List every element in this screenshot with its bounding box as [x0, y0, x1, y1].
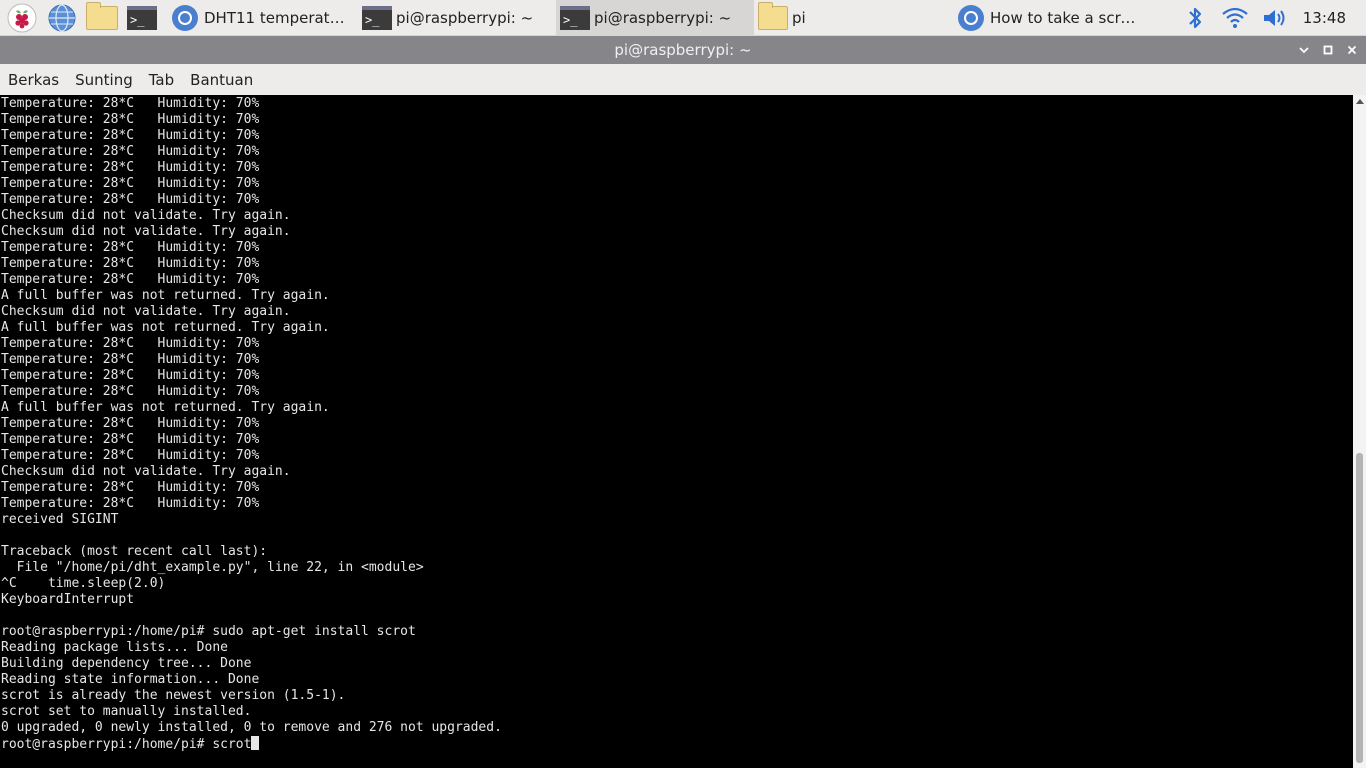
- terminal-line: received SIGINT: [1, 512, 119, 527]
- terminal-line: Building dependency tree... Done: [1, 656, 252, 671]
- terminal-prompt-text: root@raspberrypi:/home/pi# scrot: [1, 737, 252, 752]
- terminal-line: KeyboardInterrupt: [1, 592, 135, 607]
- task-terminal-2[interactable]: >_ pi@raspberrypi: ~: [556, 0, 754, 36]
- terminal-line: A full buffer was not returned. Try agai…: [1, 320, 330, 335]
- window-titlebar[interactable]: pi@raspberrypi: ~: [0, 36, 1366, 64]
- menu-tab[interactable]: Tab: [149, 71, 174, 89]
- web-browser-launcher-icon[interactable]: [44, 0, 80, 36]
- wifi-icon[interactable]: [1215, 0, 1255, 36]
- terminal-line: Checksum did not validate. Try again.: [1, 224, 291, 239]
- terminal-line: Temperature: 28*C Humidity: 70%: [1, 176, 260, 191]
- terminal-line: 0 upgraded, 0 newly installed, 0 to remo…: [1, 720, 502, 735]
- task-chrome-screenshot[interactable]: How to take a screen...: [952, 0, 1146, 36]
- bluetooth-icon[interactable]: [1175, 0, 1215, 36]
- menu-sunting[interactable]: Sunting: [75, 71, 133, 89]
- terminal-line: Temperature: 28*C Humidity: 70%: [1, 256, 260, 271]
- terminal-line: Checksum did not validate. Try again.: [1, 304, 291, 319]
- terminal-line: Temperature: 28*C Humidity: 70%: [1, 496, 260, 511]
- terminal-line: Temperature: 28*C Humidity: 70%: [1, 352, 260, 367]
- text-cursor: [251, 736, 260, 750]
- terminal-line: root@raspberrypi:/home/pi# sudo apt-get …: [1, 624, 416, 639]
- task-folder-pi[interactable]: pi: [754, 0, 952, 36]
- close-icon[interactable]: [1340, 36, 1364, 64]
- terminal-line: File "/home/pi/dht_example.py", line 22,…: [1, 560, 424, 575]
- terminal-prompt-line[interactable]: root@raspberrypi:/home/pi# scrot: [0, 736, 1353, 752]
- maximize-icon[interactable]: [1316, 36, 1340, 64]
- terminal-line: Temperature: 28*C Humidity: 70%: [1, 416, 260, 431]
- folder-icon: [758, 1, 788, 30]
- scrollbar-thumb[interactable]: [1356, 453, 1363, 763]
- chromium-icon: [958, 4, 984, 31]
- system-tray: 13:48: [1175, 0, 1366, 36]
- terminal-line: Checksum did not validate. Try again.: [1, 464, 291, 479]
- terminal-icon: >_: [362, 5, 392, 30]
- file-manager-launcher-icon[interactable]: [84, 0, 120, 36]
- terminal-line: Temperature: 28*C Humidity: 70%: [1, 112, 260, 127]
- terminal-line: Temperature: 28*C Humidity: 70%: [1, 240, 260, 255]
- raspberry-menu-icon[interactable]: [4, 0, 40, 36]
- task-label: pi@raspberrypi: ~: [396, 8, 534, 27]
- terminal-line: Temperature: 28*C Humidity: 70%: [1, 384, 260, 399]
- terminal-line: Temperature: 28*C Humidity: 70%: [1, 128, 260, 143]
- task-label: pi@raspberrypi: ~: [594, 8, 732, 27]
- terminal-line: Temperature: 28*C Humidity: 70%: [1, 448, 260, 463]
- terminal-launcher-icon[interactable]: >_: [124, 0, 160, 36]
- window-title: pi@raspberrypi: ~: [614, 41, 752, 59]
- terminal-line: Reading state information... Done: [1, 672, 260, 687]
- terminal-line: Temperature: 28*C Humidity: 70%: [1, 368, 260, 383]
- clock[interactable]: 13:48: [1295, 9, 1366, 27]
- menu-bar: Berkas Sunting Tab Bantuan: [0, 64, 1366, 95]
- terminal-line: A full buffer was not returned. Try agai…: [1, 288, 330, 303]
- terminal-icon: >_: [560, 5, 590, 30]
- terminal-line: Traceback (most recent call last):: [1, 544, 268, 559]
- terminal-line: Temperature: 28*C Humidity: 70%: [1, 272, 260, 287]
- terminal-line: Temperature: 28*C Humidity: 70%: [1, 144, 260, 159]
- terminal-line: Temperature: 28*C Humidity: 70%: [1, 480, 260, 495]
- terminal-line: scrot is already the newest version (1.5…: [1, 688, 346, 703]
- terminal-line: Temperature: 28*C Humidity: 70%: [1, 160, 260, 175]
- menu-berkas[interactable]: Berkas: [8, 71, 59, 89]
- terminal-line: Temperature: 28*C Humidity: 70%: [1, 336, 260, 351]
- task-label: pi: [792, 8, 806, 27]
- terminal-scrollbar[interactable]: [1353, 95, 1366, 768]
- terminal-line: Checksum did not validate. Try again.: [1, 208, 291, 223]
- terminal-line: scrot set to manually installed.: [1, 704, 252, 719]
- volume-icon[interactable]: [1255, 0, 1295, 36]
- terminal-line: A full buffer was not returned. Try agai…: [1, 400, 330, 415]
- terminal-output[interactable]: Temperature: 28*C Humidity: 70% Temperat…: [0, 95, 1353, 768]
- task-label: How to take a screen...: [990, 8, 1142, 27]
- scroll-up-arrow-icon[interactable]: [1353, 95, 1366, 107]
- task-label: DHT11 temperature ...: [204, 8, 354, 27]
- window-menu-chevron-icon[interactable]: [1292, 36, 1316, 64]
- terminal-line: Temperature: 28*C Humidity: 70%: [1, 432, 260, 447]
- chromium-icon: [172, 4, 198, 31]
- terminal-line: Temperature: 28*C Humidity: 70%: [1, 192, 260, 207]
- task-chrome-dht11[interactable]: DHT11 temperature ...: [166, 0, 358, 36]
- terminal-icon: >_: [127, 5, 157, 30]
- terminal-line: Temperature: 28*C Humidity: 70%: [1, 96, 260, 111]
- terminal-line: Reading package lists... Done: [1, 640, 228, 655]
- folder-icon: [86, 1, 118, 30]
- task-terminal-1[interactable]: >_ pi@raspberrypi: ~: [358, 0, 556, 36]
- taskbar: >_ DHT11 temperature ... >_ pi@raspberry…: [0, 0, 1366, 36]
- terminal-line: ^C time.sleep(2.0): [1, 576, 166, 591]
- menu-bantuan[interactable]: Bantuan: [190, 71, 253, 89]
